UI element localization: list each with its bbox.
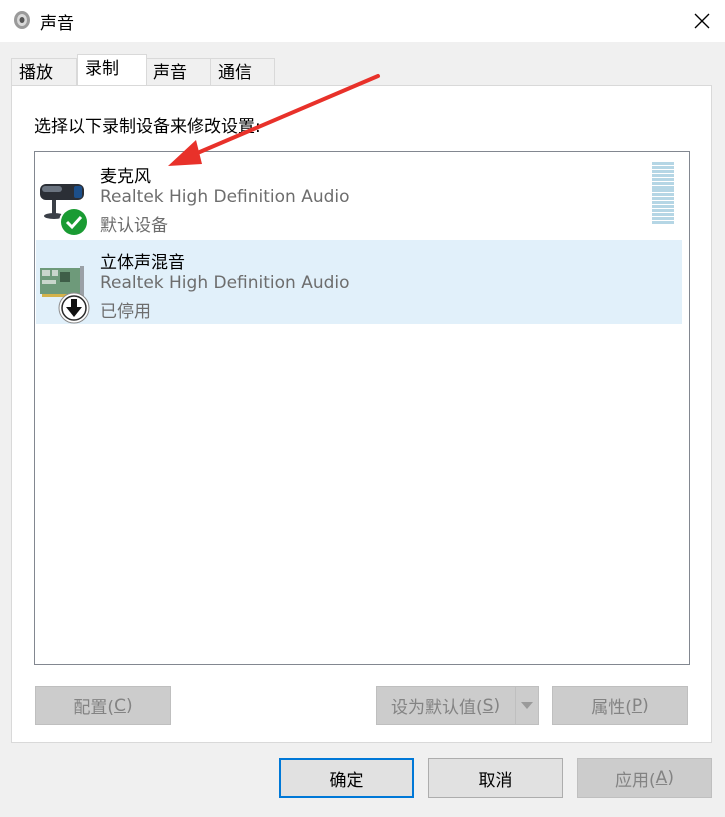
- device-status: 默认设备: [100, 216, 168, 236]
- level-meter: [652, 162, 674, 224]
- ok-button[interactable]: 确定: [279, 758, 414, 798]
- device-description: Realtek High Definition Audio: [100, 187, 350, 207]
- set-default-dropdown[interactable]: [515, 687, 538, 724]
- down-arrow-icon: [58, 292, 90, 324]
- window-title: 声音: [40, 14, 74, 34]
- tab-sounds[interactable]: 声音: [145, 58, 211, 85]
- device-name: 麦克风: [100, 167, 151, 187]
- device-name: 立体声混音: [100, 253, 185, 273]
- speaker-icon: [14, 11, 30, 29]
- device-item-stereo-mix[interactable]: 立体声混音 Realtek High Definition Audio 已停用: [36, 240, 682, 324]
- close-button[interactable]: [679, 0, 725, 42]
- device-item-microphone[interactable]: 麦克风 Realtek High Definition Audio 默认设备: [36, 154, 682, 238]
- device-description: Realtek High Definition Audio: [100, 273, 350, 293]
- apply-button[interactable]: 应用(A): [577, 758, 712, 798]
- instruction-text: 选择以下录制设备来修改设置:: [34, 117, 261, 137]
- title-bar: 声音: [0, 0, 725, 42]
- tab-communications[interactable]: 通信: [210, 58, 275, 85]
- device-status: 已停用: [100, 302, 151, 322]
- tab-recording[interactable]: 录制: [77, 54, 147, 85]
- close-icon: [694, 13, 710, 29]
- properties-button[interactable]: 属性(P): [552, 686, 688, 725]
- set-default-button[interactable]: 设为默认值(S): [376, 686, 539, 725]
- tab-panel: 选择以下录制设备来修改设置: 麦克风 Realtek High Definiti…: [11, 85, 712, 743]
- configure-button[interactable]: 配置(C): [35, 686, 171, 725]
- check-icon: [59, 207, 89, 237]
- chevron-down-icon: [521, 701, 533, 709]
- cancel-button[interactable]: 取消: [428, 758, 563, 798]
- tab-playback[interactable]: 播放: [11, 58, 77, 85]
- device-list[interactable]: 麦克风 Realtek High Definition Audio 默认设备 立…: [34, 151, 690, 665]
